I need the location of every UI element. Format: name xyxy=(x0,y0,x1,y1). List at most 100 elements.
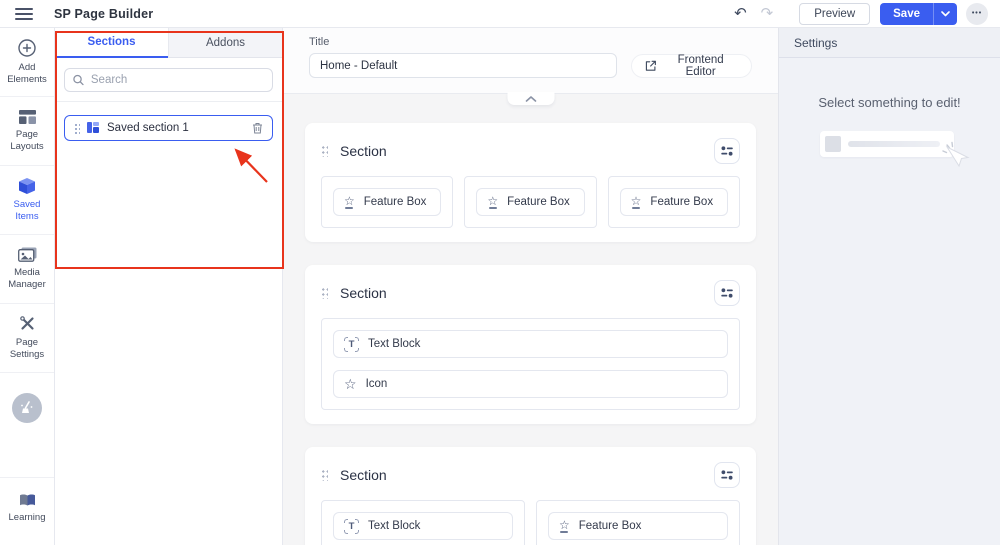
text-block-icon: T xyxy=(344,519,359,534)
save-dropdown-button[interactable] xyxy=(933,3,957,25)
settings-panel-header: Settings xyxy=(779,28,1000,58)
section-column[interactable]: ☆ Feature Box xyxy=(321,176,453,228)
section-options-button[interactable] xyxy=(714,462,740,488)
drag-handle-icon[interactable] xyxy=(321,145,328,157)
external-link-icon xyxy=(645,60,656,72)
sidebar-item-page-settings[interactable]: Page Settings xyxy=(0,304,54,373)
layout-icon xyxy=(19,110,36,124)
search-input[interactable] xyxy=(91,74,264,86)
text-block-icon: T xyxy=(344,337,359,352)
tab-sections[interactable]: Sections xyxy=(55,28,168,58)
section-card[interactable]: Section T Text Block xyxy=(305,447,756,545)
app-title: SP Page Builder xyxy=(54,7,153,21)
addon-text-block[interactable]: T Text Block xyxy=(333,330,728,358)
section-column[interactable]: ☆ Feature Box xyxy=(608,176,740,228)
clear-cache-button[interactable] xyxy=(12,393,42,423)
saved-box-icon xyxy=(18,178,36,194)
feature-box-icon: ☆ xyxy=(559,519,570,533)
sidebar-item-page-layouts[interactable]: Page Layouts xyxy=(0,97,54,166)
collapse-header-button[interactable] xyxy=(507,92,554,105)
canvas-body: Section ☆ Feature Box xyxy=(283,94,778,545)
saved-section-name: Saved section 1 xyxy=(107,122,245,134)
drag-handle-icon[interactable] xyxy=(321,469,328,481)
sidebar-item-media-manager[interactable]: Media Manager xyxy=(0,235,54,304)
sliders-icon xyxy=(721,470,733,480)
sidebar-item-label: Page Settings xyxy=(2,337,52,361)
section-card[interactable]: Section T Text Block xyxy=(305,265,756,424)
trash-icon[interactable] xyxy=(252,122,263,134)
undo-icon[interactable]: ↶ xyxy=(734,6,747,21)
plus-circle-icon xyxy=(18,39,36,57)
hamburger-menu-icon[interactable] xyxy=(15,8,33,20)
sidebar-item-label: Saved Items xyxy=(2,199,52,223)
sidebar-item-label: Media Manager xyxy=(2,267,52,291)
addon-text-block[interactable]: T Text Block xyxy=(333,512,513,540)
panel-tabs: Sections Addons xyxy=(55,28,282,58)
save-button[interactable]: Save xyxy=(880,3,933,25)
section-grid-icon xyxy=(87,122,100,134)
sidebar-utility-zone xyxy=(0,373,54,477)
search-icon xyxy=(73,74,84,86)
more-options-button[interactable]: ••• xyxy=(966,3,988,25)
placeholder-line xyxy=(848,141,940,147)
editor-canvas: Title Frontend Editor xyxy=(283,28,778,545)
sidebar-item-label: Add Elements xyxy=(2,62,52,86)
select-something-illustration xyxy=(820,131,960,157)
tab-addons[interactable]: Addons xyxy=(168,28,282,58)
addon-feature-box[interactable]: ☆ Feature Box xyxy=(548,512,728,540)
addon-feature-box[interactable]: ☆ Feature Box xyxy=(333,188,441,216)
section-title: Section xyxy=(340,467,714,483)
book-icon xyxy=(19,494,36,507)
broom-icon xyxy=(20,401,34,415)
sp-page-builder-app: SP Page Builder ↶ ↷ Preview Save ••• Add… xyxy=(0,0,1000,545)
addon-label: Icon xyxy=(366,378,388,390)
feature-box-icon: ☆ xyxy=(631,195,642,209)
search-zone xyxy=(55,58,282,102)
sliders-icon xyxy=(721,288,733,298)
media-image-icon xyxy=(18,247,37,262)
sliders-icon xyxy=(721,146,733,156)
drag-handle-icon[interactable] xyxy=(321,287,328,299)
drag-handle-icon[interactable] xyxy=(74,123,80,134)
chevron-down-icon xyxy=(941,11,950,17)
addon-feature-box[interactable]: ☆ Feature Box xyxy=(620,188,728,216)
addon-icon[interactable]: ☆ Icon xyxy=(333,370,728,398)
section-column[interactable]: T Text Block xyxy=(321,500,525,545)
top-bar: SP Page Builder ↶ ↷ Preview Save ••• xyxy=(0,0,1000,28)
sidebar-item-add-elements[interactable]: Add Elements xyxy=(0,28,54,97)
section-title: Section xyxy=(340,285,714,301)
placeholder-bar xyxy=(820,131,954,157)
addon-label: Feature Box xyxy=(364,196,427,208)
addon-feature-box[interactable]: ☆ Feature Box xyxy=(476,188,584,216)
addon-label: Text Block xyxy=(368,338,420,350)
section-column[interactable]: ☆ Feature Box xyxy=(464,176,596,228)
frontend-editor-label: Frontend Editor xyxy=(663,54,738,78)
page-title-input[interactable] xyxy=(309,53,617,78)
section-column[interactable]: T Text Block ☆ Icon xyxy=(321,318,740,410)
section-options-button[interactable] xyxy=(714,280,740,306)
frontend-editor-button[interactable]: Frontend Editor xyxy=(631,54,752,78)
section-card[interactable]: Section ☆ Feature Box xyxy=(305,123,756,242)
cursor-icon xyxy=(938,139,972,173)
addon-label: Text Block xyxy=(368,520,420,532)
section-options-button[interactable] xyxy=(714,138,740,164)
sidebar-item-learning[interactable]: Learning xyxy=(0,477,54,545)
saved-section-item[interactable]: Saved section 1 xyxy=(64,115,273,141)
saved-sections-list: Saved section 1 xyxy=(55,102,282,154)
feature-box-icon: ☆ xyxy=(344,195,355,209)
addon-label: Feature Box xyxy=(507,196,570,208)
save-button-group: Save xyxy=(880,3,957,25)
cursor-illustration xyxy=(938,139,972,178)
placeholder-square xyxy=(825,136,841,152)
chevron-up-icon xyxy=(525,96,536,102)
sidebar-item-saved-items[interactable]: Saved Items xyxy=(0,166,54,235)
redo-icon: ↷ xyxy=(761,6,774,21)
search-box[interactable] xyxy=(64,68,273,92)
settings-panel: Settings Select something to edit! xyxy=(778,28,1000,545)
addon-label: Feature Box xyxy=(650,196,713,208)
icon-sidebar: Add Elements Page Layouts Saved Items xyxy=(0,28,55,545)
preview-button[interactable]: Preview xyxy=(799,3,870,25)
section-column[interactable]: ☆ Feature Box xyxy=(536,500,740,545)
settings-empty-message: Select something to edit! xyxy=(779,95,1000,110)
sidebar-item-label: Learning xyxy=(9,512,46,523)
